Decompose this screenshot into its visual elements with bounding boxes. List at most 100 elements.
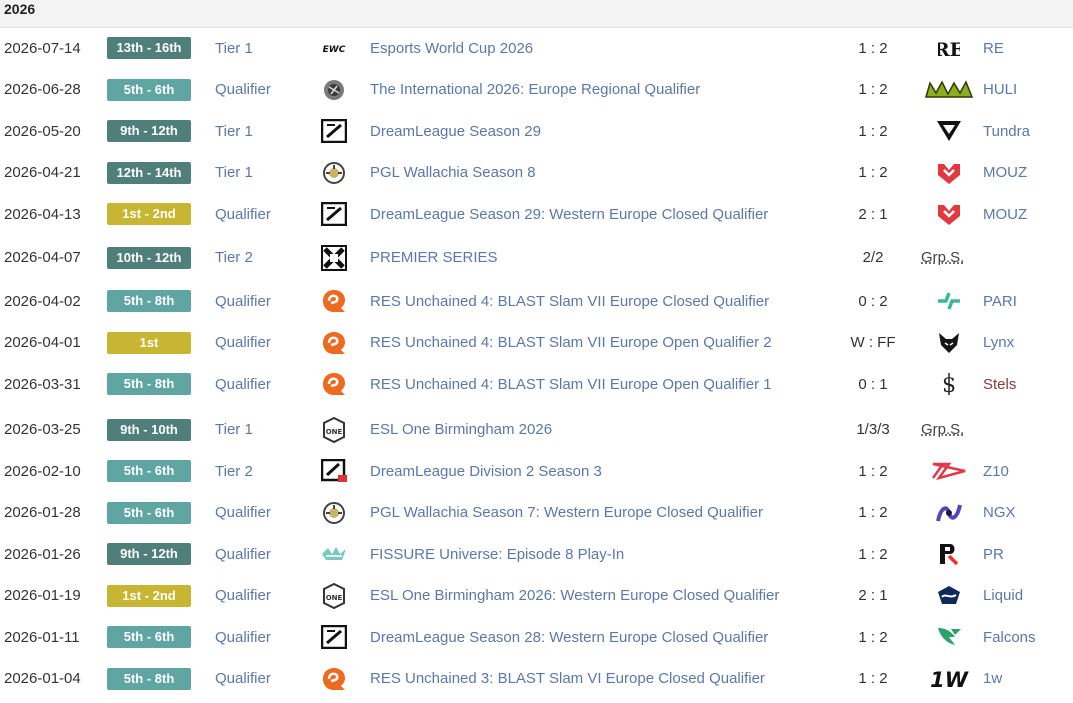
tournament-link[interactable]: PGL Wallachia Season 8 — [370, 153, 840, 193]
tier-link[interactable]: Qualifier — [215, 493, 305, 533]
premier-series-logo-icon[interactable] — [318, 238, 350, 278]
tournament-link[interactable]: The International 2026: Europe Regional … — [370, 70, 840, 110]
opponent-link[interactable]: 1w — [983, 659, 1073, 699]
table-row: 2026-04-07 10th - 12th Tier 2 PREMIER SERIE… — [0, 238, 1073, 278]
placement-cell: 5th - 6th — [106, 493, 192, 533]
tier-link[interactable]: Qualifier — [215, 534, 305, 574]
pr-team-logo-icon[interactable] — [922, 534, 976, 574]
tournament-link[interactable]: RES Unchained 4: BLAST Slam VII Europe O… — [370, 364, 840, 404]
dreamleague-division2-logo-icon[interactable] — [318, 451, 350, 491]
mouz-team-logo-icon[interactable] — [922, 194, 976, 234]
score-cell: 2 : 1 — [858, 587, 888, 604]
tier-link[interactable]: Qualifier — [215, 323, 305, 363]
score-cell: 0 : 2 — [858, 292, 888, 310]
placement-badge: 1st — [107, 331, 191, 354]
opponent-link[interactable]: Tundra — [983, 111, 1073, 151]
tier-link[interactable]: Tier 1 — [215, 111, 305, 151]
score-cell: 1 : 2 — [858, 81, 888, 98]
opponent-link[interactable]: Liquid — [983, 576, 1073, 616]
opponent-link[interactable]: MOUZ — [983, 153, 1073, 193]
tier-link[interactable]: Qualifier — [215, 364, 305, 404]
opponent-link[interactable]: Stels — [983, 364, 1073, 404]
mouz-team-logo-icon[interactable] — [922, 153, 976, 193]
tournament-link[interactable]: RES Unchained 4: BLAST Slam VII Europe O… — [370, 323, 840, 363]
pgl-wallachia-logo-icon[interactable] — [318, 493, 350, 533]
tournament-link[interactable]: Esports World Cup 2026 — [370, 28, 840, 68]
tournament-link[interactable]: PGL Wallachia Season 7: Western Europe C… — [370, 493, 840, 533]
tundra-team-logo-icon[interactable] — [922, 111, 976, 151]
esl-one-logo-icon[interactable]: ONE — [318, 576, 350, 616]
pari-team-logo-icon[interactable] — [922, 281, 976, 321]
tournament-link[interactable]: DreamLeague Season 29 — [370, 111, 840, 151]
placement-badge: 9th - 12th — [107, 120, 191, 142]
stels-team-logo-icon[interactable]: S — [922, 364, 976, 404]
res-unchained-logo-icon[interactable] — [318, 323, 350, 363]
res-unchained-logo-icon[interactable] — [318, 659, 350, 699]
placement-badge: 1st - 2nd — [107, 584, 191, 607]
date-cell: 2026-03-25 — [4, 421, 81, 438]
tournament-link[interactable]: ESL One Birmingham 2026 — [370, 410, 840, 450]
tier-link[interactable]: Qualifier — [215, 659, 305, 699]
tournament-link[interactable]: FISSURE Universe: Episode 8 Play-In — [370, 534, 840, 574]
falcons-team-logo-icon[interactable] — [922, 617, 976, 657]
tier-link[interactable]: Qualifier — [215, 617, 305, 657]
tier-link[interactable]: Qualifier — [215, 576, 305, 616]
opponent-link[interactable]: RE — [983, 28, 1073, 68]
tournament-link[interactable]: ESL One Birmingham 2026: Western Europe … — [370, 576, 840, 616]
ngx-team-logo-icon[interactable] — [922, 493, 976, 533]
placement-cell: 13th - 16th — [106, 28, 192, 68]
tournament-link[interactable]: DreamLeague Division 2 Season 3 — [370, 451, 840, 491]
tier-link[interactable]: Tier 2 — [215, 238, 305, 278]
huli-team-logo-icon[interactable] — [922, 70, 976, 110]
table-row: 2026-03-25 9th - 10th Tier 1 ONE ESL One Bir… — [0, 410, 1073, 450]
opponent-link[interactable]: PARI — [983, 281, 1073, 321]
tier-link[interactable]: Tier 1 — [215, 28, 305, 68]
opponent-link[interactable]: Lynx — [983, 323, 1073, 363]
tier-link[interactable]: Tier 1 — [215, 410, 305, 450]
ewc-logo-icon[interactable]: EWC — [318, 28, 350, 68]
table-row: 2026-04-02 5th - 8th Qualifier RES Unchaine… — [0, 281, 1073, 321]
table-row: 2026-06-28 5th - 6th Qualifier The Internat… — [0, 70, 1073, 110]
esl-one-logo-icon[interactable]: ONE — [318, 410, 350, 450]
1w-team-logo-icon[interactable]: 1W — [922, 659, 976, 699]
tournament-link[interactable]: RES Unchained 3: BLAST Slam VI Europe Cl… — [370, 659, 840, 699]
table-row: 2026-07-14 13th - 16th Tier 1 EWC Esports Wo… — [0, 28, 1073, 68]
tier-link[interactable]: Qualifier — [215, 70, 305, 110]
opponent-link[interactable]: PR — [983, 534, 1073, 574]
opponent-link[interactable]: MOUZ — [983, 194, 1073, 234]
opponent-link[interactable]: HULI — [983, 70, 1073, 110]
fissure-logo-icon[interactable] — [318, 534, 350, 574]
dreamleague-logo-icon[interactable] — [318, 111, 350, 151]
placement-badge: 10th - 12th — [107, 246, 191, 269]
date-cell: 2026-04-01 — [4, 334, 81, 351]
placement-badge: 5th - 6th — [107, 460, 191, 482]
placement-badge: 13th - 16th — [107, 37, 191, 59]
re-team-logo-icon[interactable]: RE — [922, 28, 976, 68]
tournament-link[interactable]: DreamLeague Season 29: Western Europe Cl… — [370, 194, 840, 234]
z10-team-logo-icon[interactable] — [922, 451, 976, 491]
dreamleague-logo-icon[interactable] — [318, 194, 350, 234]
the-international-logo-icon[interactable] — [318, 70, 350, 110]
date-cell: 2026-06-28 — [4, 81, 81, 98]
liquid-team-logo-icon[interactable] — [922, 576, 976, 616]
tournament-link[interactable]: RES Unchained 4: BLAST Slam VII Europe C… — [370, 281, 840, 321]
placement-cell: 1st — [106, 323, 192, 363]
tournament-link[interactable]: PREMIER SERIES — [370, 238, 840, 278]
tier-link[interactable]: Qualifier — [215, 281, 305, 321]
tier-link[interactable]: Qualifier — [215, 194, 305, 234]
dreamleague-logo-icon[interactable] — [318, 617, 350, 657]
tournament-link[interactable]: DreamLeague Season 28: Western Europe Cl… — [370, 617, 840, 657]
tier-link[interactable]: Tier 2 — [215, 451, 305, 491]
pgl-wallachia-logo-icon[interactable] — [318, 153, 350, 193]
date-cell: 2026-01-04 — [4, 670, 81, 687]
score-cell: 1 : 2 — [858, 462, 888, 480]
opponent-link[interactable]: Z10 — [983, 451, 1073, 491]
res-unchained-logo-icon[interactable] — [318, 364, 350, 404]
res-unchained-logo-icon[interactable] — [318, 281, 350, 321]
tier-link[interactable]: Tier 1 — [215, 153, 305, 193]
opponent-link[interactable]: NGX — [983, 493, 1073, 533]
lynx-team-logo-icon[interactable] — [922, 323, 976, 363]
score-cell: 1 : 2 — [858, 504, 888, 521]
opponent-link[interactable]: Falcons — [983, 617, 1073, 657]
table-row: 2026-05-20 9th - 12th Tier 1 DreamLeague Se… — [0, 111, 1073, 151]
